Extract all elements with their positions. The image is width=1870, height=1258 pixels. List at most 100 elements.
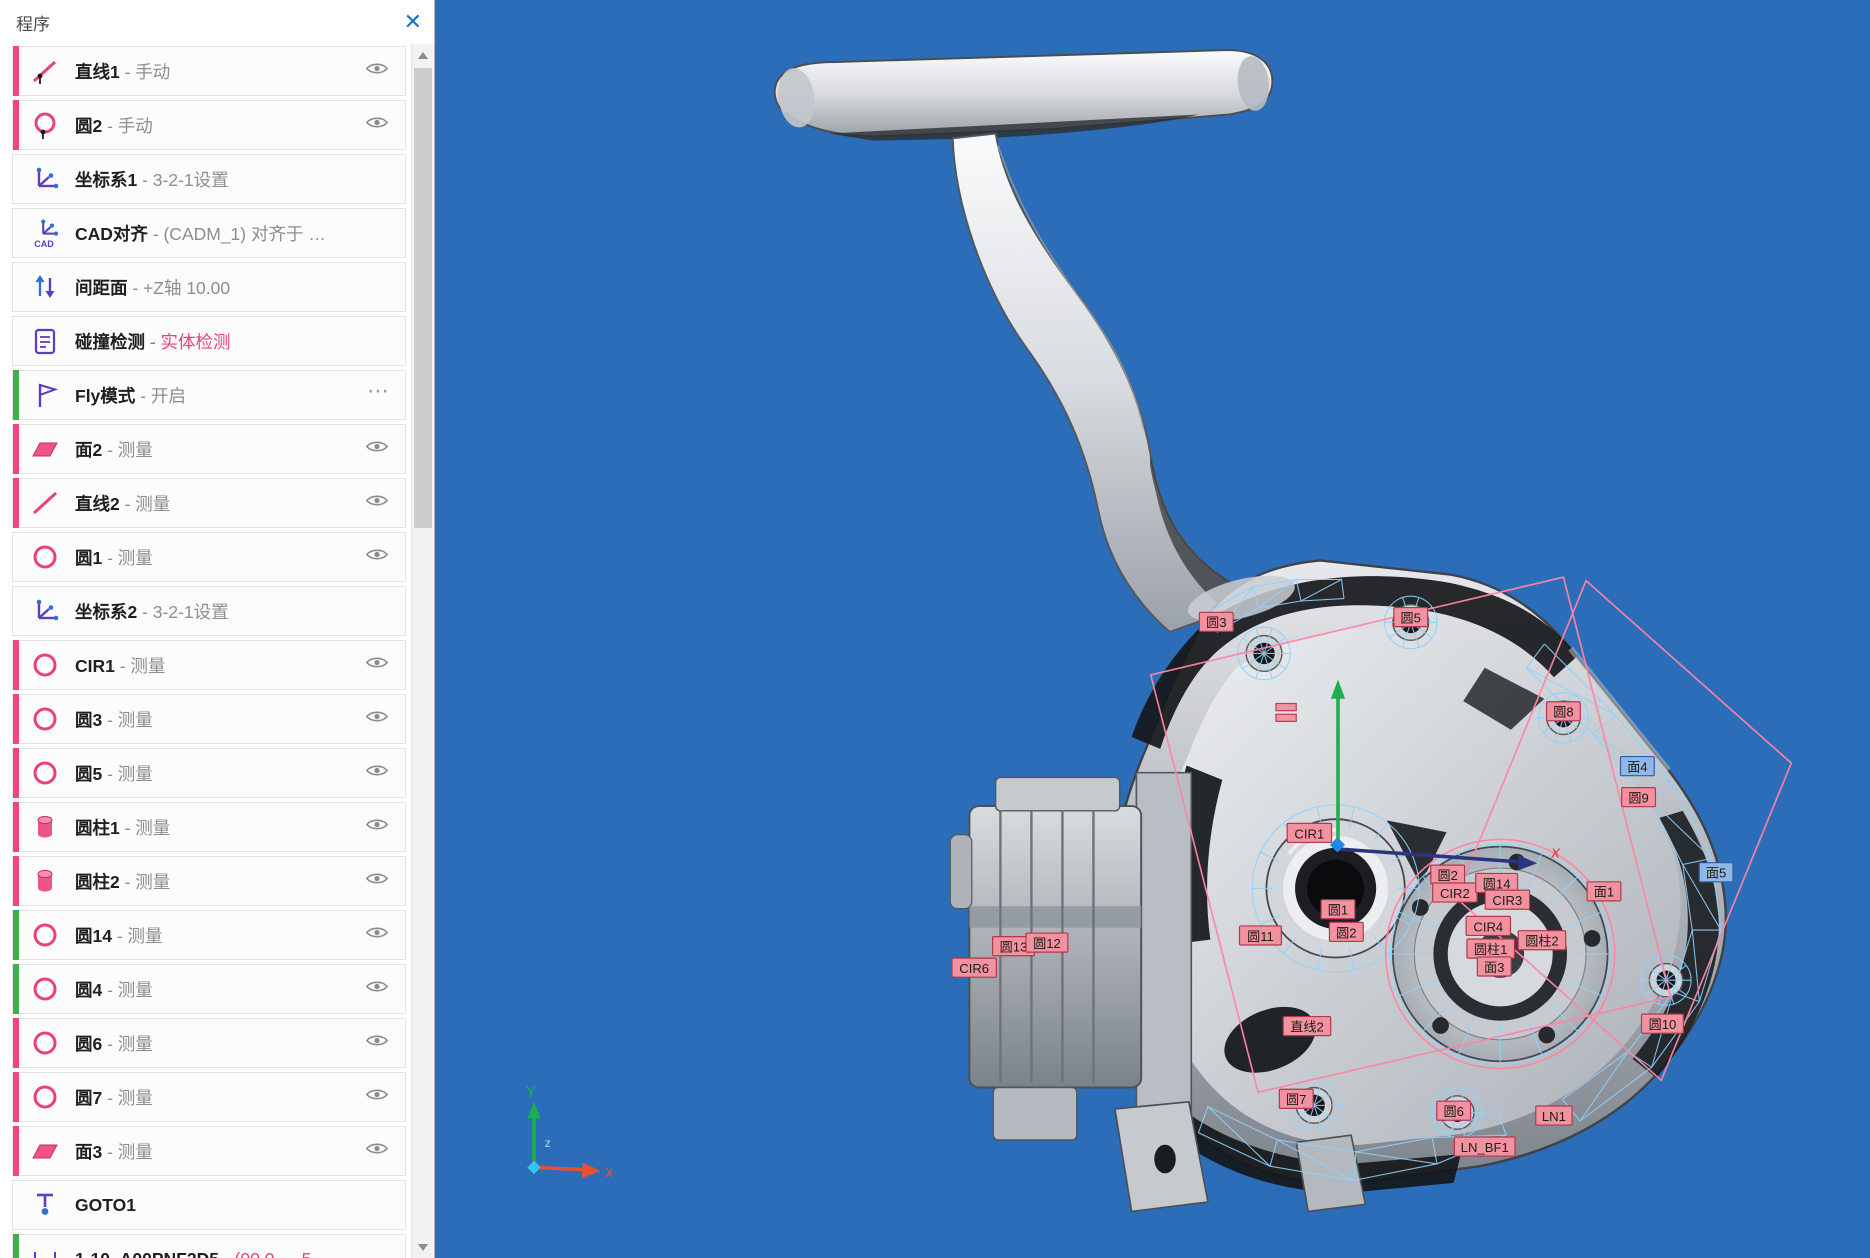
3d-viewport[interactable]: x 圆3圆5圆8面4圆9面5CIR1圆2CIR2圆14CIR3面1圆1圆2圆11… xyxy=(435,0,1870,1258)
program-step-row[interactable]: 圆6 - 测量 xyxy=(12,1018,406,1068)
step-name: 圆7 xyxy=(75,1088,102,1108)
step-name: 坐标系2 xyxy=(75,602,137,622)
program-step-row[interactable]: 圆14 - 测量 xyxy=(12,910,406,960)
close-icon[interactable]: ✕ xyxy=(404,11,422,33)
measurement-label[interactable]: 圆12 xyxy=(1026,933,1068,952)
program-step-row[interactable]: 坐标系1 - 3-2-1设置 xyxy=(12,154,406,204)
measurement-label[interactable]: 圆6 xyxy=(1437,1101,1471,1120)
visibility-eye-icon[interactable] xyxy=(365,656,389,675)
step-name: 圆柱2 xyxy=(75,872,120,892)
measurement-label[interactable]: 圆7 xyxy=(1279,1089,1313,1108)
program-step-row[interactable]: 坐标系2 - 3-2-1设置 xyxy=(12,586,406,636)
coordinate-system-icon xyxy=(29,163,61,195)
measurement-label[interactable]: 圆柱2 xyxy=(1518,931,1565,950)
program-step-row[interactable]: Fly模式 - 开启 ⋯ xyxy=(12,370,406,420)
measurement-label[interactable]: 圆3 xyxy=(1199,612,1233,631)
scroll-up-icon[interactable] xyxy=(412,44,434,66)
measurement-label[interactable]: LN_BF1 xyxy=(1454,1137,1515,1156)
program-step-row[interactable]: CIR1 - 测量 xyxy=(12,640,406,690)
program-step-row[interactable]: 圆柱1 - 测量 xyxy=(12,802,406,852)
program-step-row[interactable]: 直线2 - 测量 xyxy=(12,478,406,528)
viewport[interactable]: x 圆3圆5圆8面4圆9面5CIR1圆2CIR2圆14CIR3面1圆1圆2圆11… xyxy=(435,0,1870,1258)
svg-text:LN1: LN1 xyxy=(1542,1109,1566,1124)
step-desc: - 手动 xyxy=(102,116,153,136)
svg-text:圆2: 圆2 xyxy=(1336,925,1356,940)
svg-text:CIR1: CIR1 xyxy=(1294,826,1324,841)
visibility-eye-icon[interactable] xyxy=(365,926,389,945)
visibility-eye-icon[interactable] xyxy=(365,440,389,459)
measurement-label[interactable]: 面5 xyxy=(1699,863,1733,882)
visibility-eye-icon[interactable] xyxy=(365,1088,389,1107)
program-step-row[interactable]: GOTO1 xyxy=(12,1180,406,1230)
svg-text:圆6: 圆6 xyxy=(1443,1104,1463,1119)
measurement-label[interactable]: 圆1 xyxy=(1321,900,1355,919)
measurement-label[interactable]: CIR2 xyxy=(1433,883,1477,902)
visibility-eye-icon[interactable] xyxy=(365,62,389,81)
svg-text:圆9: 圆9 xyxy=(1628,790,1648,805)
program-step-row[interactable]: 圆7 - 测量 xyxy=(12,1072,406,1122)
status-bar xyxy=(13,910,19,960)
program-step-row[interactable]: 碰撞检测 - 实体检测 xyxy=(12,316,406,366)
status-bar xyxy=(13,1018,19,1068)
measurement-label[interactable]: 圆9 xyxy=(1622,788,1656,807)
measurement-label[interactable]: 圆8 xyxy=(1547,702,1581,721)
program-step-row[interactable]: 圆柱2 - 测量 xyxy=(12,856,406,906)
program-step-row[interactable]: 圆5 - 测量 xyxy=(12,748,406,798)
measurement-label[interactable]: 面1 xyxy=(1587,882,1621,901)
circle-icon xyxy=(29,541,61,573)
visibility-eye-icon[interactable] xyxy=(365,872,389,891)
step-name: 1-10_A00PNF2D5 xyxy=(75,1249,219,1258)
visibility-eye-icon[interactable] xyxy=(365,710,389,729)
program-step-row[interactable]: 圆4 - 测量 xyxy=(12,964,406,1014)
measurement-label[interactable]: 圆10 xyxy=(1642,1014,1684,1033)
measurement-label[interactable]: CIR4 xyxy=(1466,916,1510,935)
step-desc: - 手动 xyxy=(120,62,171,82)
program-step-row[interactable]: 圆2 - 手动 xyxy=(12,100,406,150)
plane-icon xyxy=(29,433,61,465)
triad-z-label: z xyxy=(545,1136,551,1150)
line-icon xyxy=(29,487,61,519)
measurement-label[interactable]: 圆2 xyxy=(1431,865,1465,884)
step-desc: - 测量 xyxy=(120,818,171,838)
more-options-icon[interactable]: ⋯ xyxy=(367,378,391,404)
panel-scrollbar[interactable] xyxy=(411,44,434,1258)
program-step-row[interactable]: 面2 - 测量 xyxy=(12,424,406,474)
program-step-row[interactable]: 1-10_A00PNF2D5 - (00.0 … 5 xyxy=(12,1234,406,1258)
visibility-eye-icon[interactable] xyxy=(365,980,389,999)
measurement-label[interactable]: 圆柱1 xyxy=(1467,939,1514,958)
program-step-row[interactable]: 圆1 - 测量 xyxy=(12,532,406,582)
visibility-eye-icon[interactable] xyxy=(365,818,389,837)
circle-icon xyxy=(29,919,61,951)
measurement-label[interactable]: CIR1 xyxy=(1287,823,1331,842)
annotation-marker xyxy=(1276,714,1296,721)
svg-text:圆2: 圆2 xyxy=(1438,868,1458,883)
step-desc: - 测量 xyxy=(102,764,153,784)
measurement-label[interactable]: CIR3 xyxy=(1485,890,1529,909)
visibility-eye-icon[interactable] xyxy=(365,1142,389,1161)
measurement-label[interactable]: 圆11 xyxy=(1240,926,1282,945)
program-step-row[interactable]: 间距面 - +Z轴 10.00 xyxy=(12,262,406,312)
program-step-row[interactable]: CAD CAD对齐 - (CADM_1) 对齐于 … xyxy=(12,208,406,258)
measurement-label[interactable]: 直线2 xyxy=(1283,1017,1330,1036)
measurement-label[interactable]: 面3 xyxy=(1477,957,1511,976)
visibility-eye-icon[interactable] xyxy=(365,764,389,783)
measurement-label[interactable]: 面4 xyxy=(1621,757,1655,776)
scroll-down-icon[interactable] xyxy=(412,1236,434,1258)
visibility-eye-icon[interactable] xyxy=(365,494,389,513)
measurement-label[interactable]: CIR6 xyxy=(952,958,996,977)
circle-icon xyxy=(29,1027,61,1059)
measurement-label[interactable]: LN1 xyxy=(1536,1106,1572,1125)
svg-text:CIR3: CIR3 xyxy=(1492,893,1522,908)
visibility-eye-icon[interactable] xyxy=(365,116,389,135)
visibility-eye-icon[interactable] xyxy=(365,548,389,567)
measurement-label[interactable]: 圆5 xyxy=(1394,608,1428,627)
program-step-row[interactable]: 圆3 - 测量 xyxy=(12,694,406,744)
program-step-row[interactable]: 直线1 - 手动 xyxy=(12,46,406,96)
visibility-eye-icon[interactable] xyxy=(365,1034,389,1053)
status-bar xyxy=(13,478,19,528)
scrollbar-thumb[interactable] xyxy=(414,68,432,528)
svg-text:圆8: 圆8 xyxy=(1553,705,1573,720)
step-desc: - 开启 xyxy=(135,386,186,406)
measurement-label[interactable]: 圆2 xyxy=(1329,922,1363,941)
program-step-row[interactable]: 面3 - 测量 xyxy=(12,1126,406,1176)
